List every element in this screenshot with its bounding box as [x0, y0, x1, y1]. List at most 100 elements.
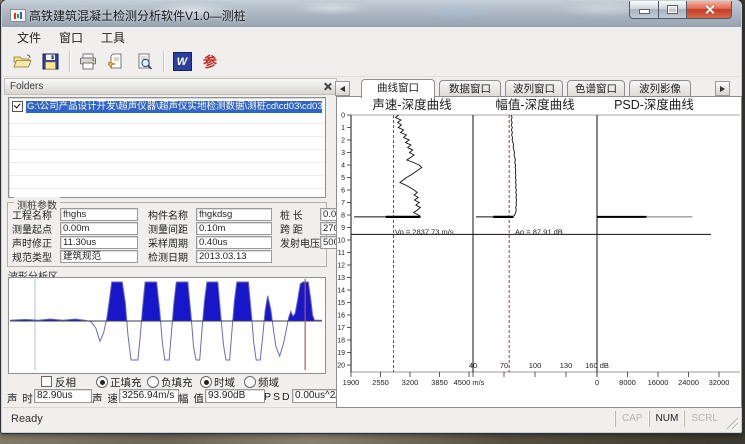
page-export-icon: [108, 53, 125, 70]
test-date-field[interactable]: 2013.03.13: [196, 250, 272, 263]
amplitude-value[interactable]: 93.90dB: [205, 389, 265, 403]
print-button[interactable]: [75, 49, 101, 74]
svg-text:18: 18: [337, 338, 345, 345]
tab-curve-window[interactable]: 曲线窗口: [361, 79, 435, 98]
invert-label: 反相: [55, 375, 76, 390]
printer-icon: [79, 53, 97, 70]
svg-text:PSD-深度曲线: PSD-深度曲线: [614, 97, 694, 112]
maximize-icon: [667, 5, 678, 14]
positive-fill-radio[interactable]: [96, 376, 108, 388]
right-panel: 曲线窗口 数据窗口 波列窗口 色谱窗口 波列影像 012345678910111…: [334, 78, 742, 408]
parameter-button[interactable]: 参: [197, 49, 223, 74]
menu-window[interactable]: 窗口: [51, 27, 91, 48]
svg-text:幅值-深度曲线: 幅值-深度曲线: [495, 97, 575, 112]
resize-grip[interactable]: [726, 417, 738, 429]
waveform-panel[interactable]: [8, 277, 326, 374]
svg-text:17: 17: [337, 325, 345, 332]
svg-text:9: 9: [341, 225, 345, 232]
folders-pane-header[interactable]: Folders: [4, 78, 337, 95]
pile-params-groupbox: 测桩参数 工程名称 fhghs 构件名称 fhgkdsg 桩 长 0.00m 测…: [7, 202, 327, 267]
readouts-row: 声 时 82.90us 声 速 3256.94m/s 幅 值 93.90dB P…: [4, 389, 330, 404]
word-icon: W: [173, 52, 192, 71]
sound-time-value[interactable]: 82.90us: [34, 389, 92, 403]
svg-text:70: 70: [500, 361, 508, 370]
svg-text:2: 2: [341, 138, 345, 145]
close-button[interactable]: [686, 1, 732, 19]
freq-domain-radio[interactable]: [244, 376, 256, 388]
minimize-icon: [639, 9, 650, 14]
svg-text:3200: 3200: [402, 378, 419, 387]
params-row: 声时修正 11.30us 采样周期 0.40us 发射电压 500V: [12, 236, 324, 249]
tab-scroll-right-button[interactable]: [715, 81, 730, 96]
tabstrip: 曲线窗口 数据窗口 波列窗口 色谱窗口 波列影像: [334, 79, 742, 97]
waveform-options-row: 反相 正填充 负填充 时域 频域: [4, 375, 330, 388]
minimize-button[interactable]: [629, 1, 659, 19]
svg-text:4500 m/s: 4500 m/s: [454, 378, 485, 387]
folders-list[interactable]: G:\公司产品设计开发\超声仪器\超声仪实地检测数据\测桩cd\cd03\cd0…: [8, 97, 326, 198]
export-button[interactable]: [103, 49, 129, 74]
menu-tools[interactable]: 工具: [93, 27, 133, 48]
invert-checkbox[interactable]: [41, 376, 52, 387]
svg-text:19: 19: [337, 350, 345, 357]
params-row: 工程名称 fhghs 构件名称 fhgkdsg 桩 长 0.00m: [12, 208, 324, 221]
sampling-period-field[interactable]: 0.40us: [196, 236, 272, 249]
toolbar-separator: [69, 51, 71, 72]
svg-text:15: 15: [337, 300, 345, 307]
list-item[interactable]: G:\公司产品设计开发\超声仪器\超声仪实地检测数据\测桩cd\cd03\cd0…: [12, 100, 322, 113]
measure-interval-field[interactable]: 0.10m: [196, 222, 272, 235]
tab-scroll-left-button[interactable]: [335, 81, 350, 96]
svg-text:0: 0: [341, 113, 345, 120]
client-area: Folders G:\公司产品设计开发\超声仪器\超声仪实地检测数据\测桩cd\…: [3, 77, 740, 408]
svg-text:16: 16: [337, 313, 345, 320]
folders-close-icon[interactable]: [323, 82, 332, 91]
menu-file[interactable]: 文件: [9, 27, 49, 48]
svg-text:5: 5: [341, 175, 345, 182]
screen: 高铁建筑混凝土检测分析软件V1.0—测桩 文件 窗口 工具: [0, 0, 745, 444]
menubar: 文件 窗口 工具: [3, 27, 740, 47]
save-button[interactable]: [37, 49, 63, 74]
preview-magnifier-icon: [136, 53, 153, 70]
svg-text:20: 20: [337, 363, 345, 370]
toolbar-separator: [163, 51, 165, 72]
svg-text:10: 10: [337, 238, 345, 245]
checkbox-checked-icon[interactable]: [12, 101, 23, 112]
svg-text:1900: 1900: [343, 378, 360, 387]
status-text: Ready: [11, 413, 43, 425]
sound-speed-value[interactable]: 3256.94m/s: [119, 389, 179, 403]
statusbar: Ready CAP NUM SCRL: [3, 407, 740, 431]
word-export-button[interactable]: W: [169, 49, 195, 74]
psd-label: PSD: [264, 391, 292, 403]
left-panel: Folders G:\公司产品设计开发\超声仪器\超声仪实地检测数据\测桩cd\…: [4, 78, 331, 408]
svg-text:3: 3: [341, 150, 345, 157]
maximize-button[interactable]: [659, 1, 686, 19]
params-row: 规范类型 建筑规范 检测日期 2013.03.13: [12, 250, 324, 263]
component-name-field[interactable]: fhgkdsg: [196, 208, 272, 221]
open-file-button[interactable]: [9, 49, 35, 74]
depth-charts: 01234567891011121314151617181920声速-深度曲线1…: [337, 97, 741, 405]
svg-text:100: 100: [529, 361, 542, 370]
svg-text:Vo = 2837.73 m/s: Vo = 2837.73 m/s: [395, 228, 454, 237]
svg-text:12: 12: [337, 263, 345, 270]
measure-start-field[interactable]: 0.00m: [60, 222, 138, 235]
svg-text:130: 130: [560, 361, 573, 370]
toolbar: W 参: [3, 47, 740, 77]
titlebar[interactable]: 高铁建筑混凝土检测分析软件V1.0—测桩: [2, 1, 741, 27]
time-domain-radio[interactable]: [200, 376, 212, 388]
file-path: G:\公司产品设计开发\超声仪器\超声仪实地检测数据\测桩cd\cd03\cd0…: [26, 101, 322, 113]
parameter-icon: 参: [203, 52, 217, 72]
sound-time-correction-field[interactable]: 11.30us: [60, 236, 138, 249]
amplitude-label: 幅 值: [178, 391, 205, 406]
print-preview-button[interactable]: [131, 49, 157, 74]
params-row: 测量起点 0.00m 测量间距 0.10m 跨 距 270mm: [12, 222, 324, 235]
curve-window-content[interactable]: 01234567891011121314151617181920声速-深度曲线1…: [336, 96, 742, 408]
svg-text:8: 8: [341, 213, 345, 220]
negative-fill-radio[interactable]: [147, 376, 159, 388]
app-window: 高铁建筑混凝土检测分析软件V1.0—测桩 文件 窗口 工具: [1, 0, 742, 433]
project-name-field[interactable]: fhghs: [60, 208, 138, 221]
svg-text:7: 7: [341, 200, 345, 207]
svg-text:8000: 8000: [619, 378, 636, 387]
negative-fill-label: 负填充: [161, 375, 193, 390]
spec-type-field[interactable]: 建筑规范: [60, 250, 138, 263]
svg-text:40: 40: [469, 361, 477, 370]
svg-text:4: 4: [341, 163, 345, 170]
